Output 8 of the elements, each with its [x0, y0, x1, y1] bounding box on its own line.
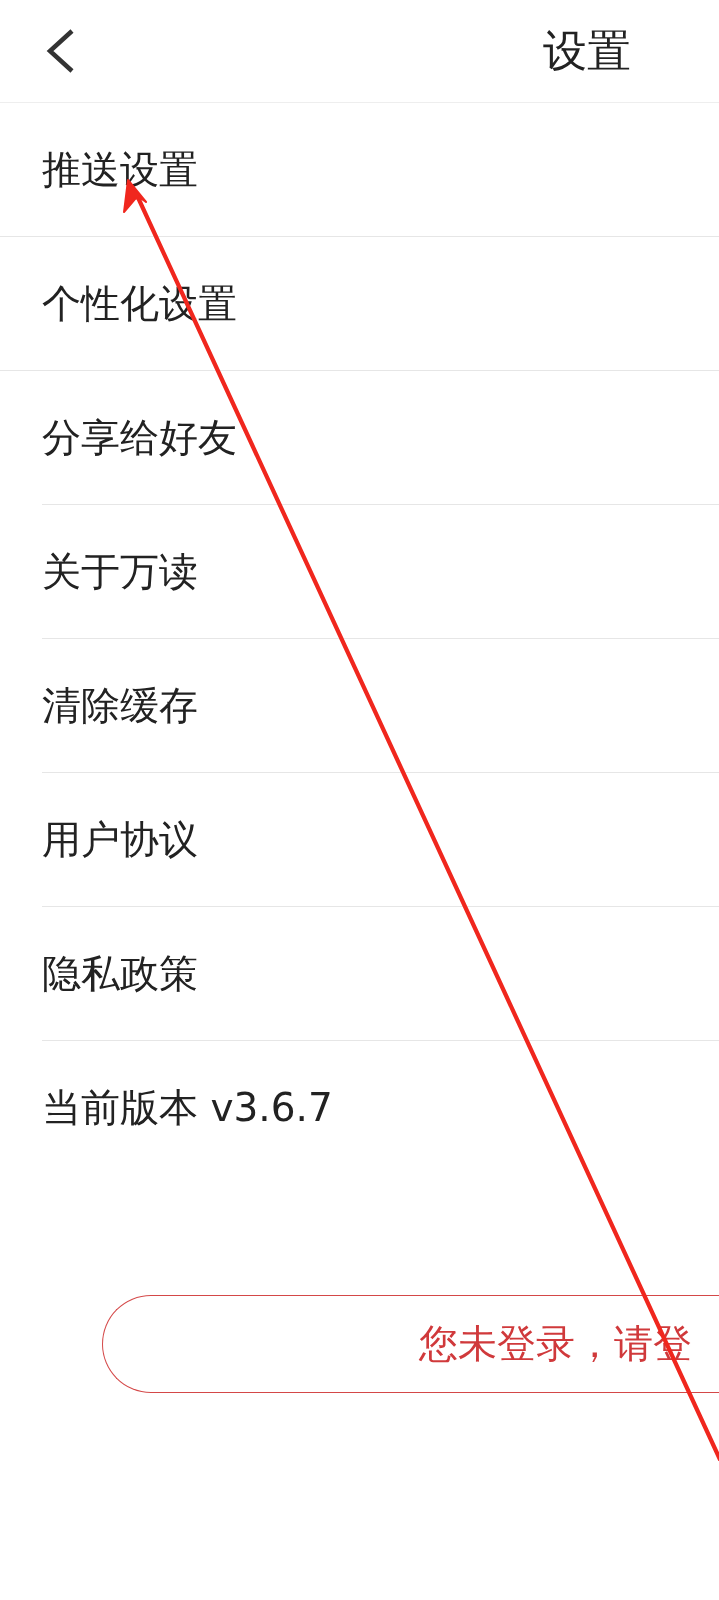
settings-item-label[interactable]: 用户协议 — [42, 773, 198, 907]
back-icon[interactable] — [44, 28, 76, 74]
settings-item-label[interactable]: 关于万读 — [42, 505, 198, 639]
page-title: 设置 — [543, 23, 631, 78]
settings-item-label[interactable]: 清除缓存 — [42, 639, 198, 773]
settings-item-label[interactable]: 分享给好友 — [42, 371, 237, 505]
settings-item-label[interactable]: 隐私政策 — [42, 907, 198, 1041]
settings-item-label[interactable]: 当前版本 v3.6.7 — [42, 1041, 333, 1175]
